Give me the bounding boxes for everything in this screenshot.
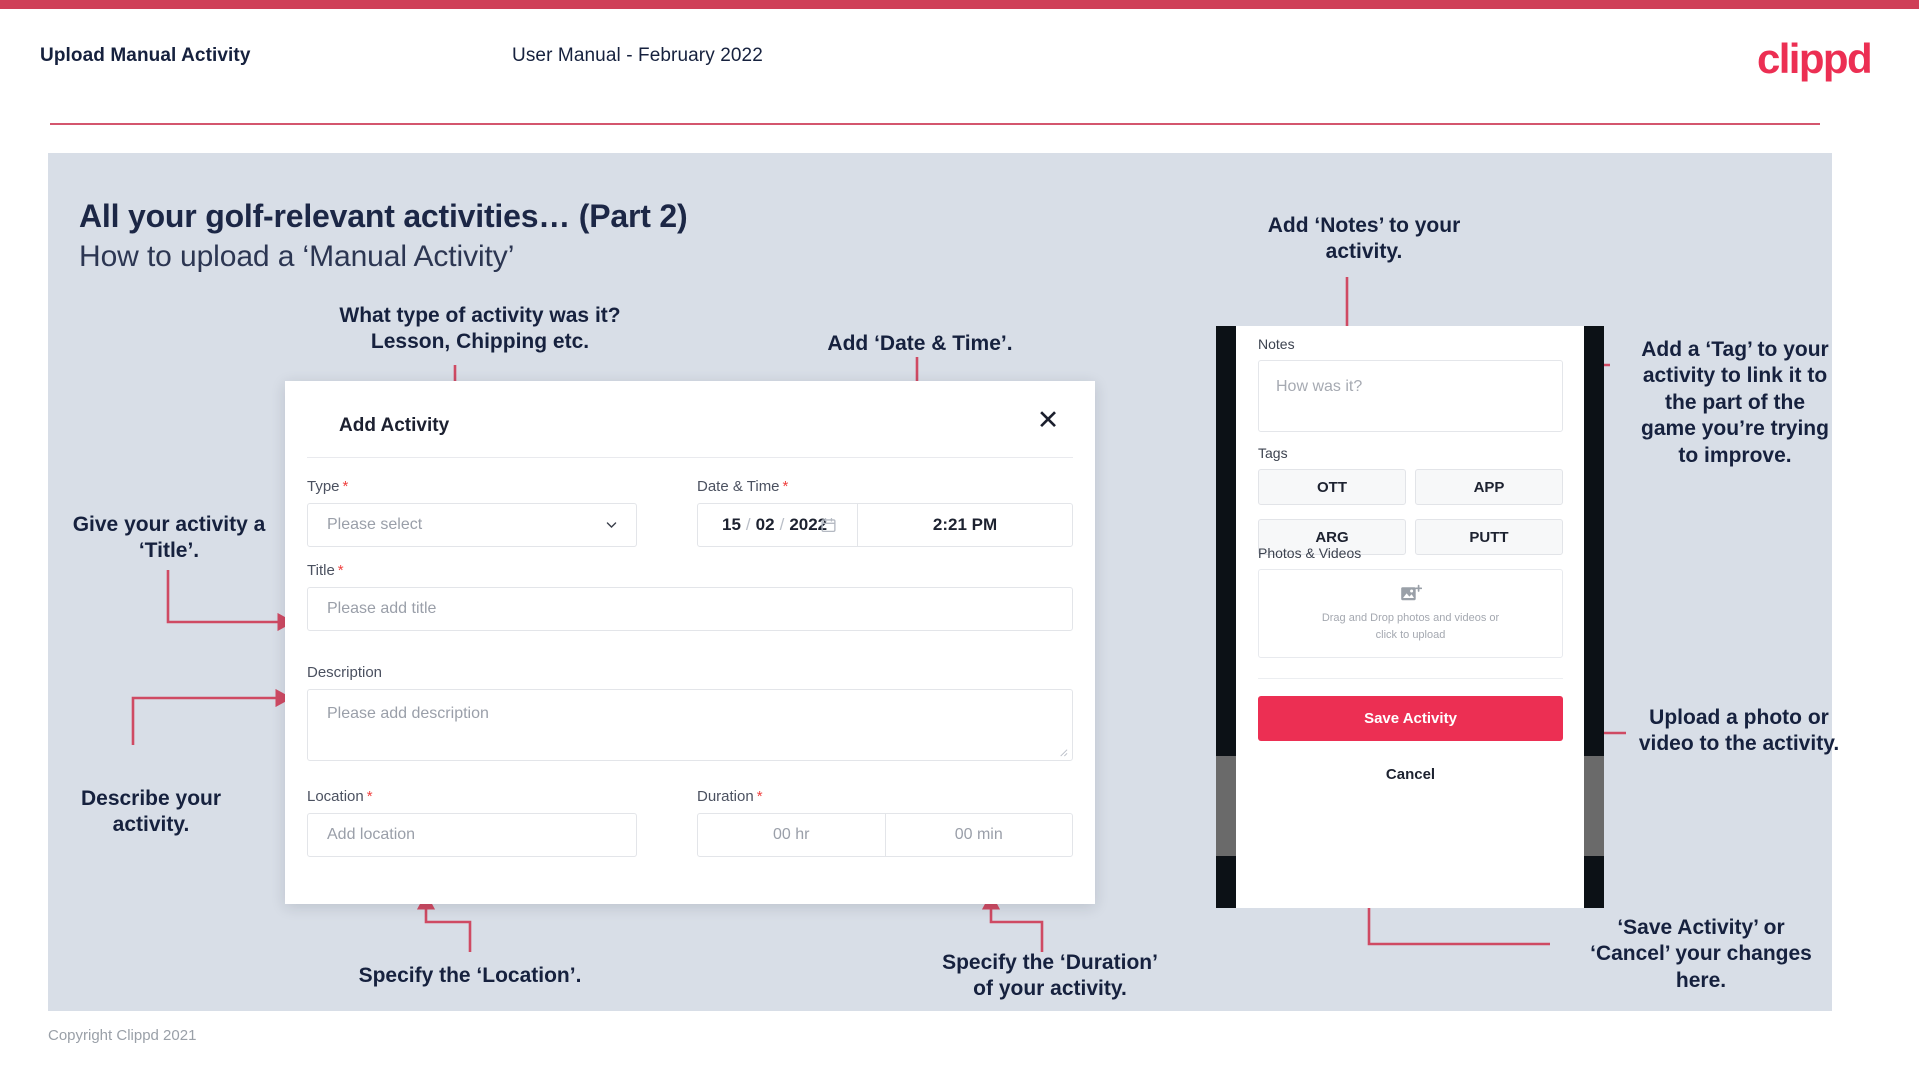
annotation-photos: Upload a photo or video to the activity. xyxy=(1638,706,1840,756)
date-month: 02 xyxy=(755,515,775,534)
description-label-text: Description xyxy=(307,664,383,681)
header-left-title: Upload Manual Activity xyxy=(40,45,251,66)
cancel-button[interactable]: Cancel xyxy=(1258,756,1563,792)
type-label-text: Type xyxy=(307,478,340,495)
description-placeholder: Please add description xyxy=(327,705,489,722)
annotation-notes: Add ‘Notes’ to your activity. xyxy=(1267,214,1461,264)
close-x-icon[interactable]: ✕ xyxy=(1031,403,1065,437)
duration-minutes-input[interactable]: 00 min xyxy=(886,814,1073,856)
header-divider xyxy=(50,123,1820,125)
annotation-description: Describe your activity. xyxy=(80,787,222,837)
datetime-label-text: Date & Time xyxy=(697,478,780,495)
save-activity-button[interactable]: Save Activity xyxy=(1258,696,1563,741)
duration-field[interactable]: 00 hr 00 min xyxy=(697,813,1073,857)
photos-label: Photos & Videos xyxy=(1258,545,1362,561)
type-label: Type * xyxy=(307,478,348,495)
location-input[interactable]: Add location xyxy=(307,813,637,857)
required-star: * xyxy=(342,478,349,495)
annotation-location: Specify the ‘Location’. xyxy=(358,964,582,987)
required-star: * xyxy=(782,478,789,495)
upload-caption: Drag and Drop photos and videos or click… xyxy=(1322,610,1499,643)
datetime-label: Date & Time * xyxy=(697,478,788,495)
annotation-save-cancel: ‘Save Activity’ or ‘Cancel’ your changes… xyxy=(1590,916,1812,992)
phone-mockup: Notes How was it? Tags OTT APP ARG PUTT … xyxy=(1216,326,1604,908)
phone-bezel-left-grey xyxy=(1216,756,1236,856)
chevron-down-icon xyxy=(606,522,617,529)
date-sep-1: / xyxy=(745,515,751,534)
header-center-title: User Manual - February 2022 xyxy=(512,45,763,66)
tag-button-ott[interactable]: OTT xyxy=(1258,469,1406,505)
duration-label: Duration * xyxy=(697,788,763,805)
phone-divider xyxy=(1258,678,1563,679)
date-sep-2: / xyxy=(779,515,785,534)
notes-label: Notes xyxy=(1258,336,1295,352)
phone-bezel-right xyxy=(1584,326,1604,908)
page-subtitle: How to upload a ‘Manual Activity’ xyxy=(79,240,515,273)
calendar-icon[interactable] xyxy=(820,517,837,534)
date-input[interactable]: 15 / 02 / 2022 xyxy=(698,504,858,546)
add-image-icon xyxy=(1400,584,1422,601)
photo-upload-dropzone[interactable]: Drag and Drop photos and videos or click… xyxy=(1258,569,1563,658)
annotation-type: What type of activity was it? Lesson, Ch… xyxy=(339,304,621,354)
duration-minutes-placeholder: 00 min xyxy=(954,826,1003,843)
duration-hours-placeholder: 00 hr xyxy=(773,826,810,843)
dialog-header-divider xyxy=(307,457,1073,458)
top-accent-bar xyxy=(0,0,1919,9)
required-star: * xyxy=(337,562,344,579)
copyright-footer: Copyright Clippd 2021 xyxy=(48,1027,197,1044)
location-label-text: Location xyxy=(307,788,364,805)
title-label: Title * xyxy=(307,562,344,579)
annotation-title: Give your activity a ‘Title’. xyxy=(72,513,266,563)
clippd-logo: clippd xyxy=(1756,35,1873,82)
type-select[interactable]: Please select xyxy=(307,503,637,547)
title-placeholder: Please add title xyxy=(327,600,437,617)
duration-label-text: Duration xyxy=(697,788,754,805)
notes-placeholder: How was it? xyxy=(1276,378,1363,395)
add-activity-dialog: Add Activity ✕ Type * Please select Date … xyxy=(285,381,1095,904)
description-textarea[interactable]: Please add description xyxy=(307,689,1073,761)
dialog-title: Add Activity xyxy=(339,415,450,436)
tag-button-putt[interactable]: PUTT xyxy=(1415,519,1563,555)
title-input[interactable]: Please add title xyxy=(307,587,1073,631)
datetime-field[interactable]: 15 / 02 / 2022 2:21 PM xyxy=(697,503,1073,547)
phone-bezel-right-grey xyxy=(1584,756,1604,856)
tags-label: Tags xyxy=(1258,445,1288,461)
location-label: Location * xyxy=(307,788,373,805)
annotation-tags: Add a ‘Tag’ to your activity to link it … xyxy=(1641,338,1829,467)
phone-bezel-left xyxy=(1216,326,1236,908)
location-placeholder: Add location xyxy=(327,826,416,843)
time-input[interactable]: 2:21 PM xyxy=(858,504,1072,546)
required-star: * xyxy=(366,788,373,805)
tag-button-app[interactable]: APP xyxy=(1415,469,1563,505)
upload-caption-line1: Drag and Drop photos and videos or xyxy=(1321,612,1500,624)
notes-textarea[interactable]: How was it? xyxy=(1258,360,1563,432)
title-label-text: Title xyxy=(307,562,335,579)
time-value: 2:21 PM xyxy=(932,515,998,534)
type-placeholder: Please select xyxy=(327,516,423,533)
upload-caption-line2: click to upload xyxy=(1375,628,1446,641)
phone-screen: Notes How was it? Tags OTT APP ARG PUTT … xyxy=(1236,326,1584,908)
resize-handle[interactable] xyxy=(1057,746,1068,757)
description-label: Description xyxy=(307,664,382,681)
duration-hours-input[interactable]: 00 hr xyxy=(698,814,886,856)
page-title: All your golf-relevant activities… (Part… xyxy=(79,198,688,234)
date-day: 15 xyxy=(722,515,741,534)
required-star: * xyxy=(756,788,763,805)
annotation-datetime: Add ‘Date & Time’. xyxy=(827,332,1013,355)
slide-root: Upload Manual Activity User Manual - Feb… xyxy=(0,0,1919,1079)
annotation-duration: Specify the ‘Duration’ of your activity. xyxy=(942,951,1158,1001)
